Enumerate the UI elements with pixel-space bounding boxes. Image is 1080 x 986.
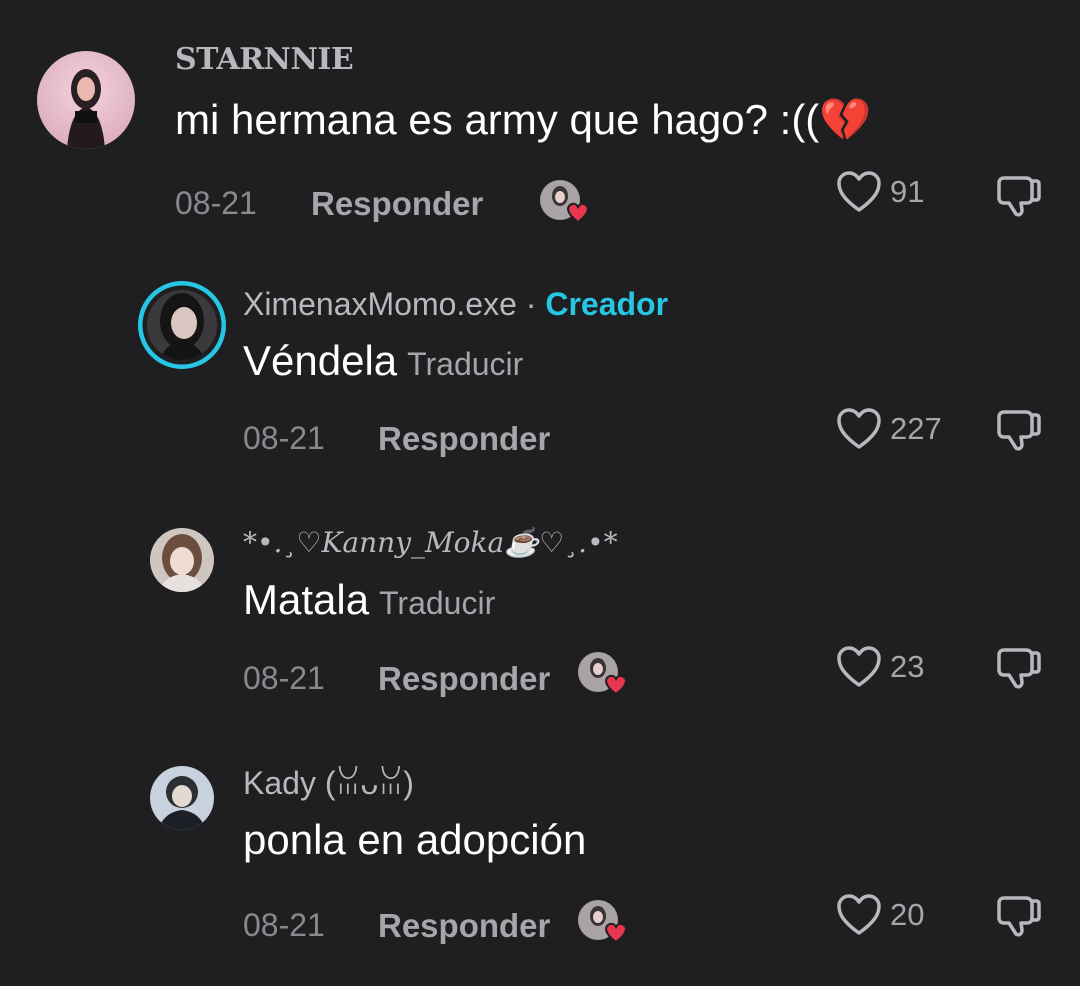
creator-liked-badge [540,180,589,224]
creator-liked-badge [578,652,627,696]
comment-date: 08-21 [175,185,257,221]
dislike-button[interactable] [996,407,1042,458]
avatar[interactable] [37,51,135,149]
avatar[interactable] [138,281,226,369]
username-text: XimenaxMomo.exe [243,286,517,322]
username[interactable]: Kady (ꈍᴗꈍ) [243,760,414,802]
comment-item: *•.¸♡Kanny_Moka☕♡¸.•* Matala Traducir 08-… [0,480,1080,720]
username[interactable]: XimenaxMomo.exe · Creador [243,286,668,323]
dislike-button[interactable] [996,645,1042,696]
translate-button[interactable]: Traducir [379,585,495,621]
like-count: 227 [890,411,942,446]
heart-outline-icon [837,894,881,935]
comment-date: 08-21 [243,660,325,696]
thumbs-down-icon [997,410,1041,451]
heart-outline-icon [837,171,881,212]
like-button[interactable]: 227 [836,407,942,451]
heart-outline-icon [837,646,881,687]
comment-text: Matala Traducir [243,576,495,624]
comment-item: XimenaxMomo.exe · Creador Véndela Traduci… [0,240,1080,480]
like-button[interactable]: 91 [836,170,924,214]
like-button[interactable]: 23 [836,645,924,689]
thumbs-down-icon [997,896,1041,937]
dislike-button[interactable] [996,893,1042,944]
comment-text-body: Véndela [243,337,398,384]
dislike-button[interactable] [996,173,1042,224]
comment-item: Kady (ꈍᴗꈍ) ponla en adopción 08-21 Respo… [0,720,1080,986]
comment-text: mi hermana es army que hago? :((💔 [175,96,872,143]
comment-text: Véndela Traducir [243,337,523,385]
comment-text: ponla en adopción [243,816,587,863]
thumbs-down-icon [997,648,1041,689]
separator-dot: · [516,286,546,322]
creator-badge: Creador [545,286,669,322]
like-count: 23 [890,649,925,684]
comment-date: 08-21 [243,907,325,943]
like-count: 20 [890,897,925,932]
username[interactable]: STARNNIE [175,42,354,77]
avatar[interactable] [150,766,214,830]
like-count: 91 [890,174,925,209]
comment-date: 08-21 [243,420,325,456]
reply-button[interactable]: Responder [311,185,483,223]
comment-text-body: Matala [243,576,370,623]
comment-item: STARNNIE mi hermana es army que hago? :(… [0,0,1080,240]
thumbs-down-icon [997,176,1041,217]
reply-button[interactable]: Responder [378,420,550,458]
translate-button[interactable]: Traducir [407,346,523,382]
reply-button[interactable]: Responder [378,907,550,945]
creator-liked-badge [578,900,627,944]
username[interactable]: *•.¸♡Kanny_Moka☕♡¸.•* [243,526,618,559]
heart-outline-icon [837,408,881,449]
reply-button[interactable]: Responder [378,660,550,698]
like-button[interactable]: 20 [836,893,924,937]
avatar[interactable] [150,528,214,592]
